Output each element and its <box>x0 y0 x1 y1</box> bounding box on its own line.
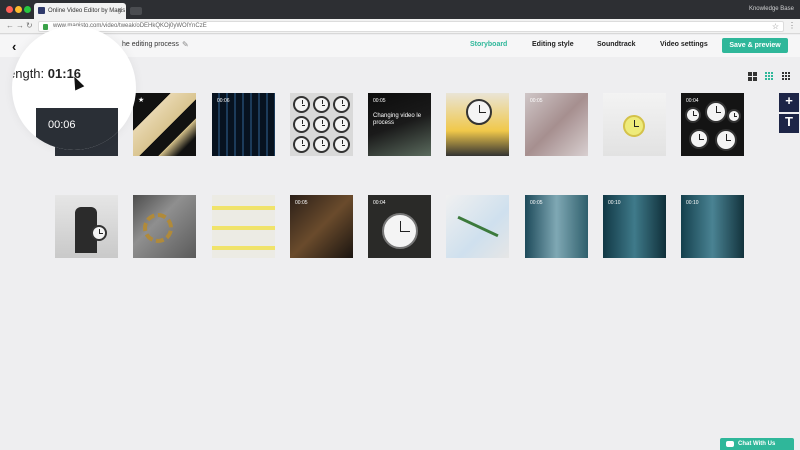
clip-tile[interactable] <box>603 93 666 156</box>
chat-label: Chat With Us <box>738 441 776 447</box>
clip-tile[interactable]: 00:04 <box>368 195 431 258</box>
add-clip-button[interactable]: + <box>779 93 799 112</box>
large-grid-view-icon[interactable] <box>748 72 757 81</box>
tab-storyboard[interactable]: Storyboard <box>470 41 507 48</box>
browser-menu-icon[interactable]: ⋮ <box>788 21 796 30</box>
url-input[interactable]: www.magisto.com/video/tweak/oDEHkQKOj0yW… <box>38 21 784 32</box>
magisto-favicon-icon <box>38 7 45 14</box>
secure-lock-icon <box>43 24 48 30</box>
clip-duration: 00:05 <box>530 98 543 104</box>
edit-title-pencil-icon[interactable]: ✎ <box>182 40 189 49</box>
clip-tile[interactable]: 00:05 Changing video le process <box>368 93 431 156</box>
minimize-window-icon[interactable] <box>15 6 22 13</box>
clip-tile[interactable] <box>55 195 118 258</box>
maximize-window-icon[interactable] <box>24 6 31 13</box>
new-tab-button[interactable] <box>130 7 142 15</box>
knowledge-base-link[interactable]: Knowledge Base <box>749 6 794 12</box>
small-grid-view-icon[interactable] <box>782 72 791 81</box>
clip-duration: 00:05 <box>530 200 543 206</box>
project-title[interactable]: he editing process <box>122 41 179 48</box>
clip-tile[interactable] <box>446 93 509 156</box>
browser-tab-title: Online Video Editor by Magis <box>48 8 126 14</box>
clip-tile[interactable] <box>446 195 509 258</box>
save-preview-button[interactable]: Save & preview <box>722 38 788 53</box>
clip-duration: 00:06 <box>217 98 230 104</box>
chat-bubble-icon <box>726 441 734 447</box>
clip-tile[interactable]: 00:10 <box>681 195 744 258</box>
close-tab-icon[interactable]: ✕ <box>117 7 122 14</box>
tab-editing-style[interactable]: Editing style <box>532 41 574 48</box>
clip-duration: 00:05 <box>373 98 386 104</box>
clip-tile[interactable]: 00:05 <box>525 93 588 156</box>
clip-tile[interactable]: ★ <box>133 93 196 156</box>
clip-duration: 00:05 <box>295 200 308 206</box>
medium-grid-view-icon[interactable] <box>765 72 774 81</box>
clip-tile[interactable] <box>133 195 196 258</box>
clip-tile[interactable]: 00:06 <box>36 108 118 150</box>
tab-soundtrack[interactable]: Soundtrack <box>597 41 636 48</box>
clip-tile[interactable] <box>290 93 353 156</box>
forward-arrow-icon[interactable]: → <box>16 21 24 30</box>
reload-icon[interactable]: ↻ <box>26 21 33 30</box>
add-text-button[interactable]: T <box>779 114 799 133</box>
chat-with-us-button[interactable]: Chat With Us <box>720 438 794 450</box>
browser-tab[interactable]: Online Video Editor by Magis ✕ <box>34 3 126 19</box>
close-window-icon[interactable] <box>6 6 13 13</box>
back-chevron-icon[interactable]: ‹ <box>12 39 16 54</box>
bookmark-star-icon[interactable]: ☆ <box>772 22 779 31</box>
clip-duration: 00:10 <box>608 200 621 206</box>
clip-duration: 00:04 <box>373 200 386 206</box>
video-length-label: ength: <box>12 66 45 81</box>
clip-tile[interactable]: 00:04 <box>681 93 744 156</box>
favorite-star-icon[interactable]: ★ <box>138 96 144 104</box>
clip-duration: 00:06 <box>48 119 76 131</box>
clip-tile[interactable]: 00:05 <box>525 195 588 258</box>
tab-video-settings[interactable]: Video settings <box>660 41 708 48</box>
clip-caption: Changing video le process <box>373 113 422 126</box>
back-arrow-icon[interactable]: ← <box>6 21 14 30</box>
clip-tile[interactable]: 00:06 <box>212 93 275 156</box>
browser-titlebar: Online Video Editor by Magis ✕ Knowledge… <box>0 0 800 19</box>
clip-tile[interactable]: 00:05 <box>290 195 353 258</box>
clip-tile[interactable]: 00:10 <box>603 195 666 258</box>
clip-tile[interactable] <box>212 195 275 258</box>
clip-duration: 00:10 <box>686 200 699 206</box>
clip-duration: 00:04 <box>686 98 699 104</box>
address-bar: ← → ↻ www.magisto.com/video/tweak/oDEHkQ… <box>0 19 800 34</box>
